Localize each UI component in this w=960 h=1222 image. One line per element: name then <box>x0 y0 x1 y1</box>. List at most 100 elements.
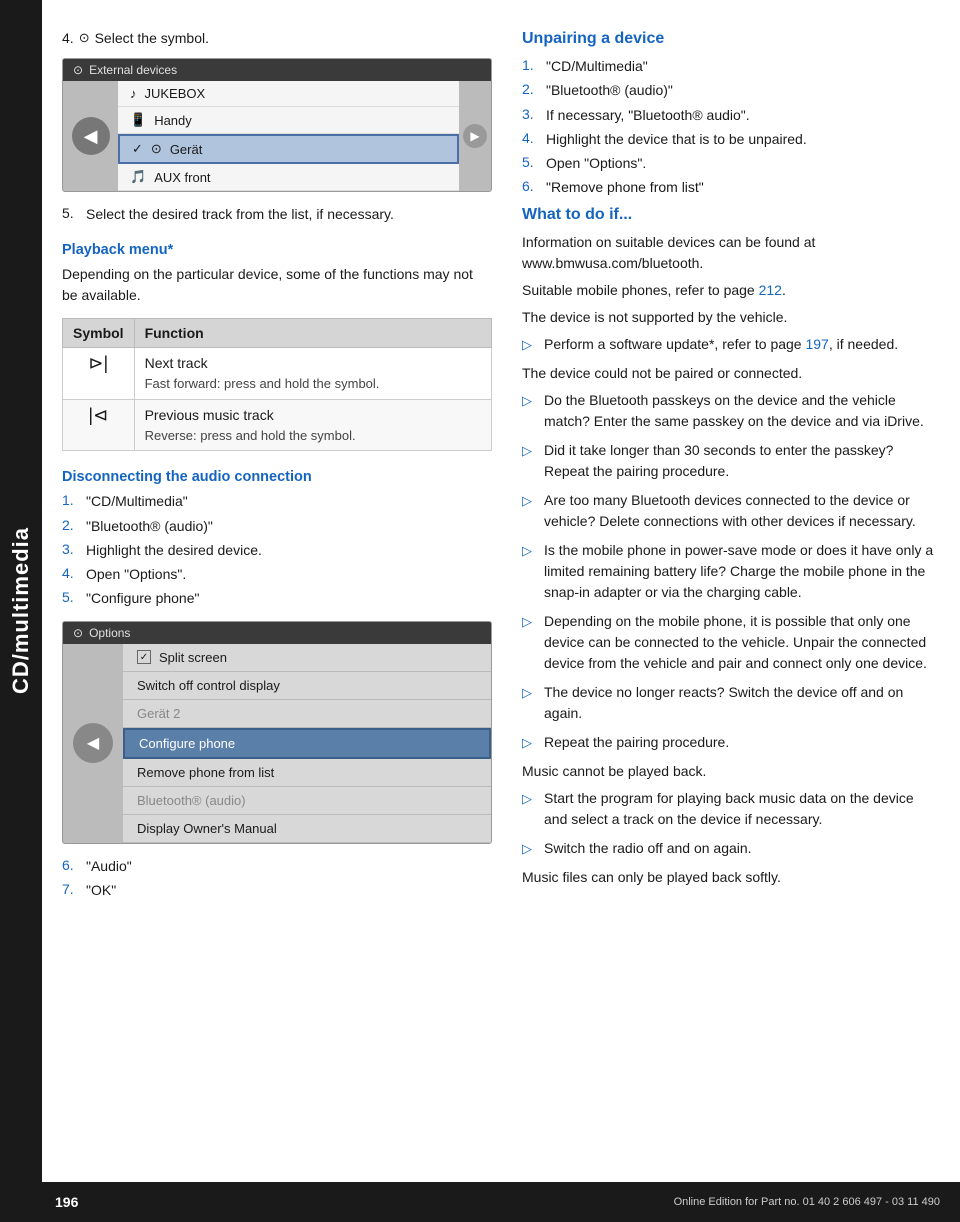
para-6: Music files can only be played back soft… <box>522 867 940 888</box>
playback-heading: Playback menu* <box>62 242 492 258</box>
para-2: Suitable mobile phones, refer to page 21… <box>522 280 940 301</box>
scroll-btn-1[interactable]: ▶ <box>463 124 487 148</box>
para-4: The device could not be paired or connec… <box>522 363 940 384</box>
split-check-box[interactable]: ✓ <box>137 650 151 664</box>
bullet-3-2-text: Switch the radio off and on again. <box>544 838 752 859</box>
u-step-1-num: 1. <box>522 56 540 76</box>
disconnect-step-5: 5. "Configure phone" <box>62 588 492 608</box>
disconnect-step-2: 2. "Bluetooth® (audio)" <box>62 516 492 536</box>
bullet-arrow-2-3: ▷ <box>522 491 536 532</box>
unpair-step-4: 4. Highlight the device that is to be un… <box>522 129 940 149</box>
playback-desc: Depending on the particular device, some… <box>62 264 492 306</box>
gerat2-label: Gerät 2 <box>137 706 180 721</box>
table-header-function: Function <box>134 319 491 348</box>
step-5-text: Select the desired track from the list, … <box>86 204 394 224</box>
next-track-sub: Fast forward: press and hold the symbol. <box>145 374 481 394</box>
handy-icon: 📱 <box>130 112 146 128</box>
unpair-step-3: 3. If necessary, "Bluetooth® audio". <box>522 105 940 125</box>
switch-off-label: Switch off control display <box>137 678 280 693</box>
handy-label: Handy <box>154 113 192 128</box>
prev-track-func: Previous music track Reverse: press and … <box>134 399 491 451</box>
u-step-5-num: 5. <box>522 153 540 173</box>
para-5: Music cannot be played back. <box>522 761 940 782</box>
u-step-5-text: Open "Options". <box>546 153 646 173</box>
d-step-4-num: 4. <box>62 564 80 584</box>
device-list-1: ♪ JUKEBOX 📱 Handy ✓ ⊙ Gerät <box>118 81 459 191</box>
options-header-title: Options <box>89 626 130 640</box>
step-4-icon: ⊙ <box>79 30 90 46</box>
prev-track-symbol: |⊲ <box>63 399 135 451</box>
menu-item-remove-phone[interactable]: Remove phone from list <box>123 759 491 787</box>
u-step-4-text: Highlight the device that is to be unpai… <box>546 129 807 149</box>
device-header-title-1: External devices <box>89 63 177 77</box>
para-2-link[interactable]: 212 <box>759 282 782 298</box>
bullet-1-text: Perform a software update*, refer to pag… <box>544 334 898 355</box>
bullet-2-6: ▷ The device no longer reacts? Switch th… <box>522 682 940 724</box>
menu-item-split[interactable]: ✓ Split screen <box>123 644 491 672</box>
bullet-2-7: ▷ Repeat the pairing procedure. <box>522 732 940 753</box>
para-3: The device is not supported by the vehic… <box>522 307 940 328</box>
options-nav-circle[interactable]: ◀ <box>73 723 113 763</box>
step-4-text: Select the symbol. <box>95 30 209 46</box>
bullet-1-link[interactable]: 197 <box>805 336 828 352</box>
para-1: Information on suitable devices can be f… <box>522 232 940 274</box>
menu-item-configure-phone[interactable]: Configure phone <box>123 728 491 759</box>
disconnect-heading: Disconnecting the audio connection <box>62 469 492 485</box>
bullet-arrow-2-6: ▷ <box>522 683 536 724</box>
next-track-main: Next track <box>145 353 481 374</box>
after-6-text: "Audio" <box>86 856 132 876</box>
aux-label: AUX front <box>154 170 210 185</box>
unpair-step-2: 2. "Bluetooth® (audio)" <box>522 80 940 100</box>
d-step-1-text: "CD/Multimedia" <box>86 491 188 511</box>
options-header: ⊙ Options <box>63 622 491 644</box>
u-step-3-text: If necessary, "Bluetooth® audio". <box>546 105 750 125</box>
configure-phone-label: Configure phone <box>139 736 235 751</box>
u-step-6-num: 6. <box>522 177 540 197</box>
menu-item-switch-off[interactable]: Switch off control display <box>123 672 491 700</box>
list-item-gerat[interactable]: ✓ ⊙ Gerät <box>118 134 459 164</box>
list-item-jukebox[interactable]: ♪ JUKEBOX <box>118 81 459 107</box>
list-item-aux[interactable]: 🎵 AUX front <box>118 164 459 191</box>
bullet-2-1: ▷ Do the Bluetooth passkeys on the devic… <box>522 390 940 432</box>
after-7-text: "OK" <box>86 880 116 900</box>
bullet-2-6-text: The device no longer reacts? Switch the … <box>544 682 940 724</box>
nav-circle-1[interactable]: ◀ <box>72 117 110 155</box>
gerat-icon: ⊙ <box>151 141 162 157</box>
options-menu: ✓ Split screen Switch off control displa… <box>123 644 491 843</box>
d-step-1-num: 1. <box>62 491 80 511</box>
para-2-prefix: Suitable mobile phones, refer to page <box>522 282 759 298</box>
unpair-step-5: 5. Open "Options". <box>522 153 940 173</box>
options-screenshot: ⊙ Options ◀ ✓ Split screen Switch off co… <box>62 621 492 844</box>
u-step-6-text: "Remove phone from list" <box>546 177 704 197</box>
main-content: 4. ⊙ Select the symbol. ⊙ External devic… <box>42 0 960 944</box>
bullet-arrow-3-2: ▷ <box>522 839 536 859</box>
left-column: 4. ⊙ Select the symbol. ⊙ External devic… <box>62 30 492 904</box>
sidebar: CD/multimedia <box>0 0 42 1222</box>
menu-item-owners-manual[interactable]: Display Owner's Manual <box>123 815 491 843</box>
disconnect-step-1: 1. "CD/Multimedia" <box>62 491 492 511</box>
aux-icon: 🎵 <box>130 169 146 185</box>
right-column: Unpairing a device 1. "CD/Multimedia" 2.… <box>522 30 940 904</box>
unpair-step-6: 6. "Remove phone from list" <box>522 177 940 197</box>
step-5: 5. Select the desired track from the lis… <box>62 204 492 224</box>
bullet-3-1-text: Start the program for playing back music… <box>544 788 940 830</box>
bullet-arrow-2-5: ▷ <box>522 612 536 674</box>
sidebar-label: CD/multimedia <box>8 527 34 694</box>
device-header-icon-1: ⊙ <box>73 63 83 77</box>
after-6-num: 6. <box>62 856 80 876</box>
list-item-handy[interactable]: 📱 Handy <box>118 107 459 134</box>
bullet-2-5-text: Depending on the mobile phone, it is pos… <box>544 611 940 674</box>
step-4-num: 4. <box>62 30 74 46</box>
next-track-symbol: ⊳| <box>63 348 135 400</box>
d-step-3-text: Highlight the desired device. <box>86 540 262 560</box>
menu-item-bluetooth: Bluetooth® (audio) <box>123 787 491 815</box>
after-step-6: 6. "Audio" <box>62 856 492 876</box>
menu-item-gerat2: Gerät 2 <box>123 700 491 728</box>
u-step-1-text: "CD/Multimedia" <box>546 56 648 76</box>
bullet-2-7-text: Repeat the pairing procedure. <box>544 732 729 753</box>
bullet-arrow-1: ▷ <box>522 335 536 355</box>
bullet-2-4-text: Is the mobile phone in power-save mode o… <box>544 540 940 603</box>
u-step-4-num: 4. <box>522 129 540 149</box>
unpair-heading: Unpairing a device <box>522 30 940 48</box>
bullet-2-3-text: Are too many Bluetooth devices connected… <box>544 490 940 532</box>
